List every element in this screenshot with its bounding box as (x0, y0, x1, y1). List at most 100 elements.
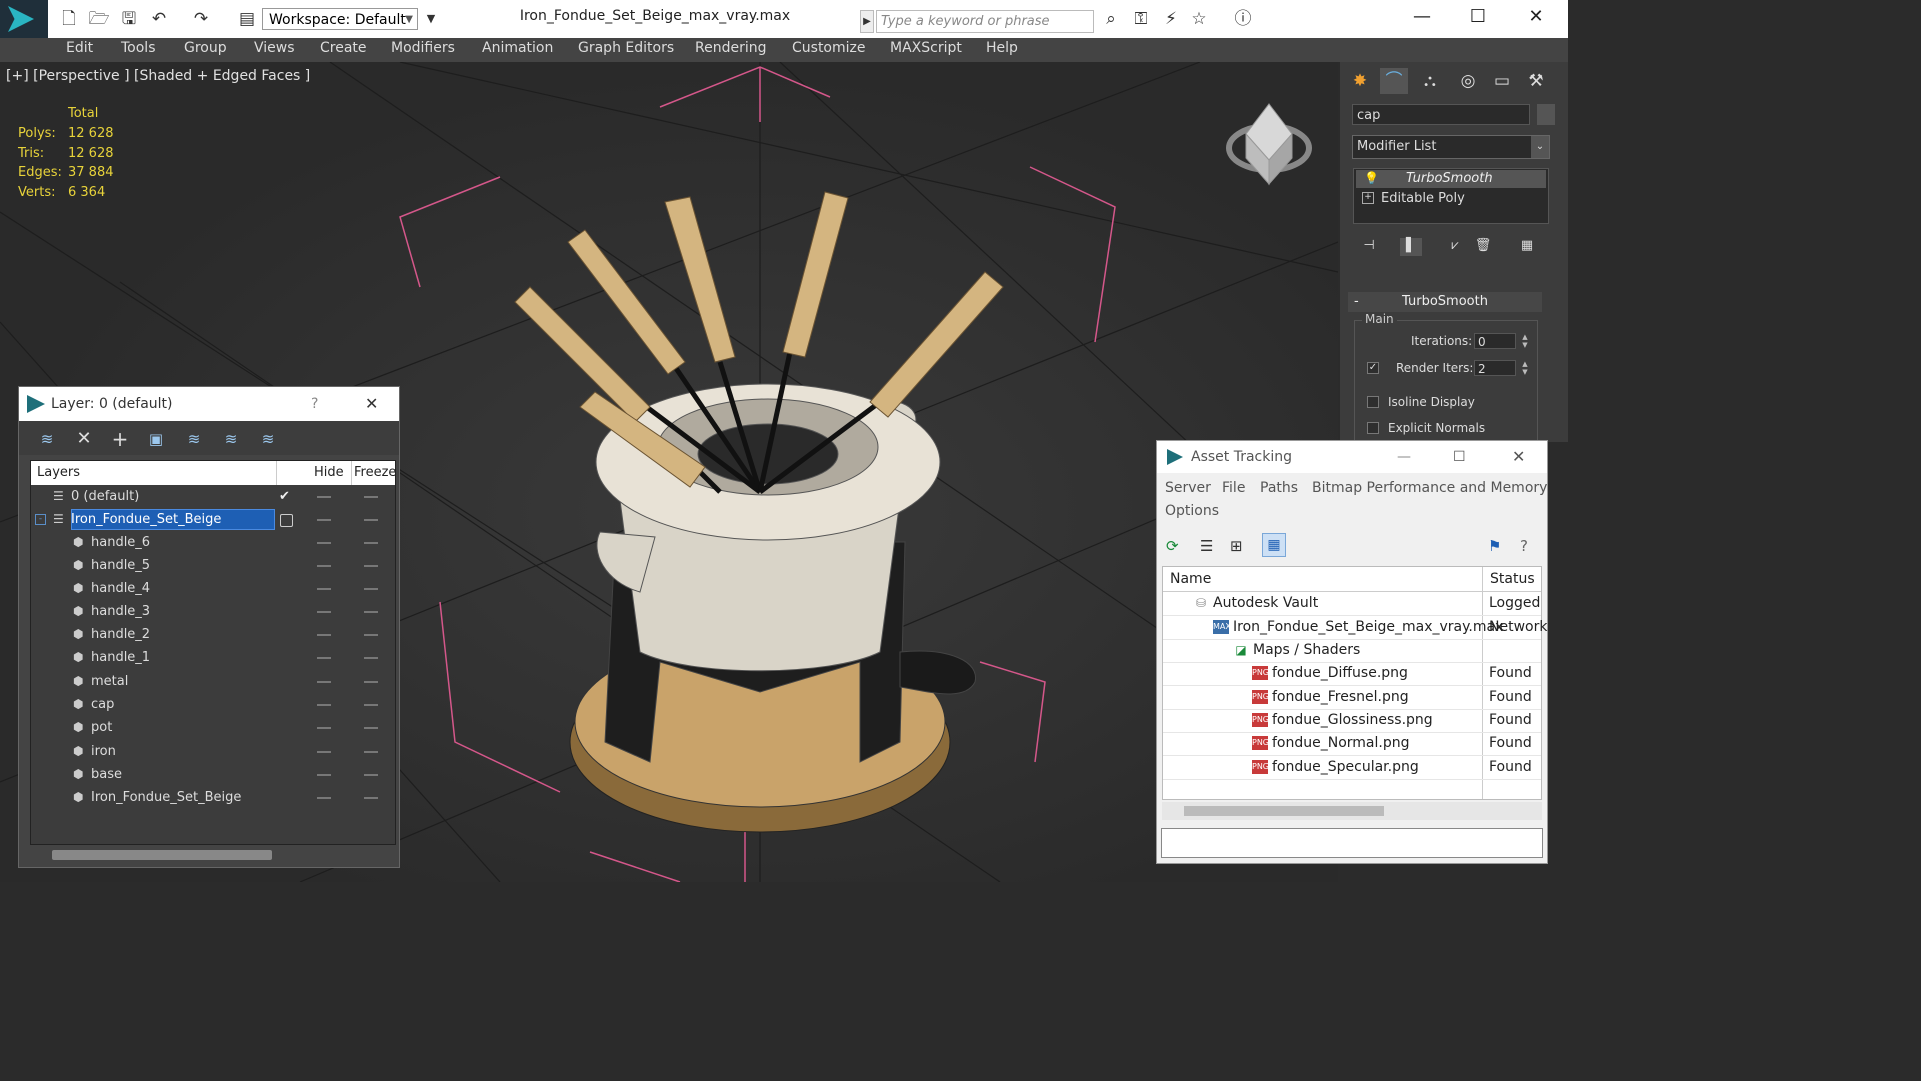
minimize-icon[interactable]: — (1408, 6, 1436, 28)
expand-plus-icon[interactable]: + (1362, 192, 1374, 204)
layer-row-object[interactable]: ⬢ Iron_Fondue_Set_Beige (31, 786, 395, 809)
hierarchy-tab-icon[interactable]: ⛬ (1416, 68, 1444, 94)
active-layer-check-icon[interactable]: ✔ (279, 485, 290, 508)
layer-row-object[interactable]: ⬢ handle_2 (31, 623, 395, 646)
isoline-display-checkbox[interactable] (1367, 396, 1379, 408)
redo-icon[interactable]: ↷ (190, 8, 212, 30)
new-file-icon[interactable]: 🗋 (58, 8, 80, 30)
vault-help-icon[interactable]: ⚑ (1488, 537, 1501, 555)
close-icon[interactable]: ✕ (1512, 441, 1525, 473)
bulb-icon[interactable]: 💡 (1364, 171, 1379, 185)
workspace-dropdown[interactable]: Workspace: Default ▼ (262, 8, 418, 30)
modifier-list-dropdown[interactable]: Modifier List ⌄ (1352, 135, 1550, 159)
menu-rendering[interactable]: Rendering (695, 40, 767, 56)
binoculars-icon[interactable]: ⌕ (1100, 8, 1122, 30)
asset-row-max-file[interactable]: MAX Iron_Fondue_Set_Beige_max_vray.max N… (1163, 616, 1547, 640)
spinner-arrows-icon[interactable]: ▲ ▼ (1520, 360, 1530, 376)
asset-row-png[interactable]: PNG fondue_Normal.png Found (1163, 732, 1541, 756)
select-objects-icon[interactable]: ▣ (143, 428, 169, 450)
display-tab-icon[interactable]: ▭ (1488, 68, 1516, 94)
menu-help[interactable]: Help (986, 40, 1018, 56)
select-highlighted-layer-icon[interactable]: ≋ (34, 428, 60, 450)
column-name[interactable]: Name (1170, 567, 1211, 591)
create-tab-icon[interactable]: ✸ (1346, 68, 1374, 94)
close-icon[interactable]: ✕ (1522, 6, 1550, 28)
render-iters-spinner[interactable]: 2 (1474, 360, 1516, 376)
asset-row-png[interactable]: PNG fondue_Glossiness.png Found (1163, 709, 1541, 733)
asset-window-titlebar[interactable]: Asset Tracking — ☐ ✕ (1157, 441, 1547, 473)
menu-customize[interactable]: Customize (792, 40, 866, 56)
stack-item-editable-poly[interactable]: Editable Poly (1356, 190, 1546, 208)
asset-row-png[interactable]: PNG fondue_Fresnel.png Found (1163, 686, 1541, 710)
layer-row-iron-fondue-set[interactable]: - ☰ Iron_Fondue_Set_Beige (31, 508, 395, 531)
menu-views[interactable]: Views (254, 40, 295, 56)
iterations-spinner[interactable]: 0 (1474, 333, 1516, 349)
asset-help-icon[interactable]: ? (1520, 537, 1528, 555)
menu-server[interactable]: Server (1165, 480, 1211, 496)
asset-row-png[interactable]: PNG fondue_Diffuse.png Found (1163, 662, 1541, 686)
motion-tab-icon[interactable]: ◎ (1454, 68, 1482, 94)
menu-create[interactable]: Create (320, 40, 367, 56)
layer-window-titlebar[interactable]: Layer: 0 (default) ? ✕ (19, 387, 399, 421)
minimize-icon[interactable]: — (1397, 441, 1411, 473)
menu-modifiers[interactable]: Modifiers (391, 40, 455, 56)
help-question-icon[interactable]: ? (311, 387, 318, 421)
menu-options[interactable]: Options (1165, 503, 1219, 519)
layer-list-scrollbar[interactable] (52, 850, 272, 860)
collapse-minus-icon[interactable]: - (35, 514, 46, 525)
layer-row-object[interactable]: ⬢ iron (31, 740, 395, 763)
layer-properties-icon[interactable]: ≋ (218, 428, 244, 450)
layer-row-object[interactable]: ⬢ handle_3 (31, 600, 395, 623)
layer-row-object[interactable]: ⬢ metal (31, 670, 395, 693)
menu-maxscript[interactable]: MAXScript (890, 40, 962, 56)
menu-edit[interactable]: Edit (66, 40, 93, 56)
object-name-field[interactable]: cap (1352, 104, 1530, 125)
view-cube[interactable] (1226, 103, 1312, 186)
menu-paths[interactable]: Paths (1260, 480, 1298, 496)
table-view-icon[interactable]: ▦ (1262, 533, 1286, 557)
layer-row-object[interactable]: ⬢ handle_6 (31, 531, 395, 554)
menu-bitmap-performance[interactable]: Bitmap Performance and Memory (1312, 480, 1547, 496)
turbosmooth-rollout-header[interactable]: - TurboSmooth (1348, 292, 1542, 312)
asset-row-vault[interactable]: ⛁ Autodesk Vault Logged (1163, 592, 1541, 616)
column-status[interactable]: Status (1490, 567, 1535, 591)
undo-icon[interactable]: ↶ (148, 8, 170, 30)
search-expand-icon[interactable]: ▶ (860, 10, 874, 33)
asset-row-maps[interactable]: ◪ Maps / Shaders (1163, 639, 1541, 663)
asset-path-field[interactable] (1161, 828, 1543, 858)
stack-item-turbosmooth[interactable]: TurboSmooth (1356, 170, 1546, 188)
column-freeze[interactable]: Freeze (354, 461, 396, 485)
project-folder-icon[interactable]: ▤ (236, 8, 258, 30)
object-color-swatch[interactable] (1537, 104, 1555, 125)
layer-row-object[interactable]: ⬢ cap (31, 693, 395, 716)
tree-view-icon[interactable]: ⊞ (1230, 537, 1243, 555)
communication-icon[interactable]: ⚡ (1160, 8, 1182, 30)
modify-tab-icon[interactable]: ⌒ (1380, 68, 1408, 94)
menu-file[interactable]: File (1222, 480, 1245, 496)
pin-stack-icon[interactable]: ⊣ (1358, 238, 1380, 256)
favorites-star-icon[interactable]: ☆ (1188, 8, 1210, 30)
configure-modifier-sets-icon[interactable]: ▦ (1516, 238, 1538, 256)
asset-row-png[interactable]: PNG fondue_Specular.png Found (1163, 756, 1541, 780)
column-hide[interactable]: Hide (314, 461, 344, 485)
column-layers[interactable]: Layers (37, 461, 80, 485)
highlight-selected-icon[interactable]: ≋ (181, 428, 207, 450)
app-logo-icon[interactable] (0, 0, 48, 38)
render-iters-checkbox[interactable]: ✓ (1367, 362, 1379, 374)
list-view-icon[interactable]: ☰ (1200, 537, 1213, 555)
key-icon[interactable]: ⚿ (1130, 8, 1152, 30)
save-icon[interactable]: 🖫 (118, 8, 140, 30)
close-icon[interactable]: ✕ (365, 387, 378, 421)
search-input[interactable]: Type a keyword or phrase (876, 10, 1094, 33)
maximize-icon[interactable]: ☐ (1464, 6, 1492, 28)
explicit-normals-checkbox[interactable] (1367, 422, 1379, 434)
layer-row-object[interactable]: ⬢ handle_4 (31, 577, 395, 600)
delete-layer-icon[interactable]: ✕ (71, 428, 97, 450)
utilities-tab-icon[interactable]: ⚒ (1522, 68, 1550, 94)
set-active-layer-icon[interactable] (280, 514, 293, 527)
viewport-label[interactable]: [+] [Perspective ] [Shaded + Edged Faces… (6, 68, 310, 84)
menu-tools[interactable]: Tools (121, 40, 156, 56)
make-unique-icon[interactable]: ⩗ (1444, 238, 1466, 256)
add-layer-icon[interactable]: + (107, 428, 133, 450)
remove-modifier-icon[interactable]: 🗑 (1472, 238, 1494, 256)
